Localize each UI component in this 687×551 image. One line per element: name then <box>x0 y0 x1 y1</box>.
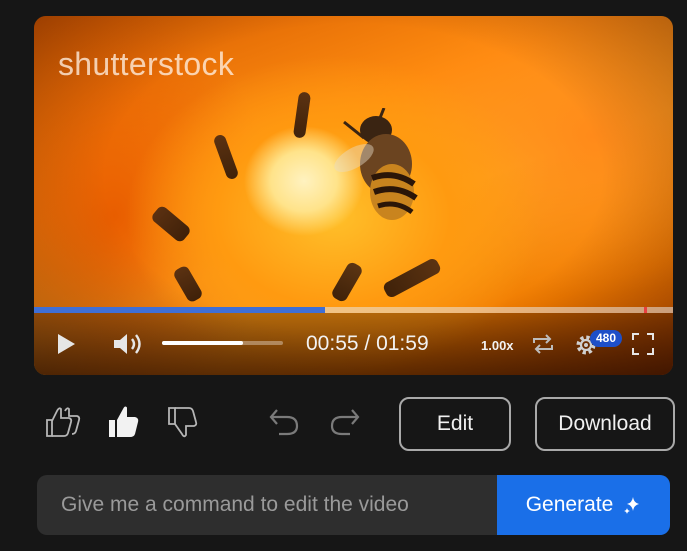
undo-icon[interactable] <box>268 407 300 437</box>
volume-slider[interactable] <box>162 341 283 345</box>
generate-label: Generate <box>525 493 614 516</box>
video-player[interactable]: shutterstock 00:55 / 01:59 1.00x 480 <box>34 16 673 375</box>
volume-level <box>162 341 244 345</box>
thumbs-down-icon[interactable] <box>167 405 199 439</box>
play-icon[interactable] <box>56 333 76 355</box>
time-separator: / <box>358 332 377 355</box>
duration: 01:59 <box>376 332 429 355</box>
thumbs-up-double-icon[interactable] <box>45 405 83 439</box>
download-button[interactable]: Download <box>535 397 675 451</box>
player-controls: 00:55 / 01:59 1.00x 480 <box>34 313 673 375</box>
time-display: 00:55 / 01:59 <box>306 332 429 356</box>
fullscreen-icon[interactable] <box>632 333 654 355</box>
edit-button[interactable]: Edit <box>399 397 511 451</box>
playback-speed[interactable]: 1.00x <box>481 338 514 353</box>
volume-icon[interactable] <box>112 331 146 357</box>
current-time: 00:55 <box>306 332 359 355</box>
generate-button[interactable]: Generate <box>497 475 670 535</box>
command-input[interactable] <box>37 475 497 535</box>
watermark: shutterstock <box>58 46 235 82</box>
sparkle-icon <box>624 497 640 514</box>
redo-icon[interactable] <box>329 407 361 437</box>
command-bar: Generate <box>37 475 670 535</box>
loop-icon[interactable] <box>531 333 555 355</box>
quality-badge: 480 <box>590 330 623 347</box>
thumbs-up-icon[interactable] <box>108 405 140 439</box>
